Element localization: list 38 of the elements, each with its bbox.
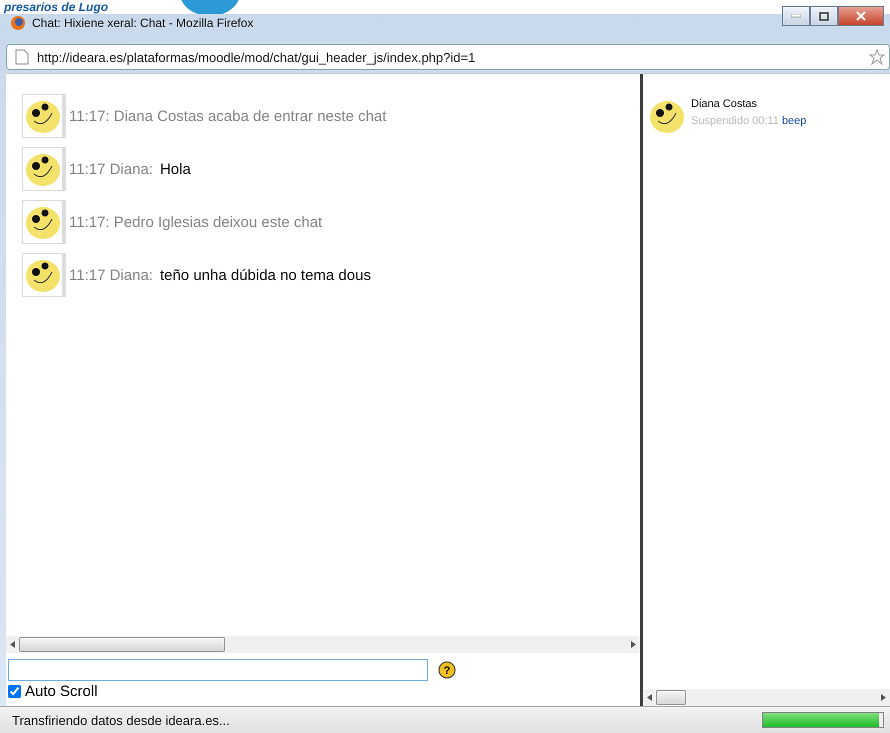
page-icon xyxy=(15,49,29,65)
close-button[interactable] xyxy=(838,6,884,26)
maximize-icon xyxy=(819,12,829,20)
help-icon[interactable]: ? xyxy=(438,661,456,679)
user-name: Diana Costas xyxy=(691,98,758,110)
avatar-picture xyxy=(22,253,66,297)
scrollbar-thumb[interactable] xyxy=(656,690,686,705)
address-field[interactable]: http://ideara.es/plataformas/moodle/mod/chat/gui_header_js/index.php?id=1 xyxy=(6,44,890,70)
brand-text: presarios de Lugo xyxy=(4,0,108,14)
avatar-picture xyxy=(22,200,66,244)
window-title: Chat: Hixiene xeral: Chat - Mozilla Firefox xyxy=(32,16,254,30)
horizontal-scrollbar[interactable] xyxy=(6,636,640,653)
horizontal-scrollbar[interactable] xyxy=(643,689,890,706)
close-icon xyxy=(856,11,866,21)
user-status: Suspendido 00:11 xyxy=(691,115,779,127)
avatar-picture xyxy=(22,147,66,191)
message-sender: 11:17 Diana: xyxy=(69,160,153,178)
scrollbar-thumb[interactable] xyxy=(19,637,225,652)
beep-link[interactable]: beep xyxy=(782,115,806,127)
minimize-button[interactable] xyxy=(782,6,810,26)
left-arrow-icon[interactable] xyxy=(10,641,15,648)
message-text: teño unha dúbida no tema dous xyxy=(160,266,371,284)
checkbox-label: Auto Scroll xyxy=(25,683,98,700)
right-arrow-icon[interactable] xyxy=(881,694,886,701)
avatar-picture xyxy=(22,94,66,138)
star-icon[interactable] xyxy=(869,49,885,65)
browser-logo-icon xyxy=(10,15,26,31)
message-sender: 11:17 Diana: xyxy=(69,266,153,284)
system-message: 11:17: Pedro Iglesias deixou este chat xyxy=(69,214,322,230)
left-arrow-icon[interactable] xyxy=(647,694,652,701)
right-arrow-icon[interactable] xyxy=(631,641,636,648)
auto-scroll-checkbox[interactable] xyxy=(8,685,21,698)
message-input[interactable] xyxy=(8,659,428,681)
system-message: 11:17: Diana Costas acaba de entrar neste chat xyxy=(69,108,386,124)
message-text: Hola xyxy=(160,160,191,178)
status-text: Transfiriendo datos desde ideara.es... xyxy=(12,712,230,728)
maximize-button[interactable] xyxy=(810,6,838,26)
minimize-icon xyxy=(791,14,801,18)
